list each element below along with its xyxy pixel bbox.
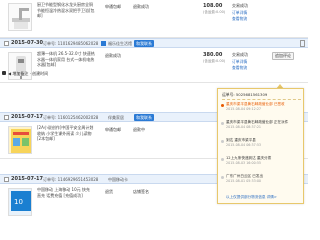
step-text: 重庆市梁平县黄石邮政营业部 已签收	[226, 102, 285, 106]
mobile-topup-image-icon: 10	[11, 191, 31, 211]
logistics-step: 重庆市梁平县黄石邮政营业部 已签收 2015-08-04 09:12:27	[226, 102, 301, 111]
more-logistics-link[interactable]: 以上仅提供部分物流信息 详情>	[226, 195, 277, 200]
tracking-number: 运单号: 5025681561309	[222, 92, 268, 97]
add-review-button[interactable]: 追加评论	[272, 52, 294, 60]
order-id: 订单号: 1146929651453028	[43, 177, 99, 182]
shipping-fee: (含运费:0.00)	[203, 59, 226, 63]
order-item-row-2: 超薄一体机 26.5-32.0寸 快速热水器一体机家用 台式一体机电热水器[包邮…	[0, 49, 308, 83]
trade-status: 交易成功	[232, 52, 248, 57]
delete-order-icon[interactable]	[300, 40, 305, 47]
contact-seller-button[interactable]: 和我联系	[134, 40, 154, 47]
order-id: 订单号: 1101629485062028	[43, 41, 99, 46]
svg-text:10: 10	[14, 198, 23, 206]
divider	[222, 99, 301, 100]
logistics-step: 12上九条快递到达 重庆分拨 2015-08-03 16:00:55	[226, 156, 301, 165]
remark-bar[interactable]: ◀ 增加备注 · 创建时间	[8, 71, 48, 77]
timeline-dot	[221, 176, 224, 179]
order-date: 2015-07-30	[11, 40, 43, 46]
order-date: 2015-07-17	[11, 114, 43, 120]
step-time: 2015-08-01 05:33:00	[226, 178, 262, 183]
timeline-dot	[221, 122, 224, 125]
order-header: 2015-07-30 订单号: 1101629485062028 福乐佳生活馆 …	[0, 38, 308, 48]
step-time: 2015-08-04 08:37:21	[226, 124, 262, 129]
logistics-step: 广东广州白云区 已发出 2015-08-01 05:33:00	[226, 174, 301, 183]
order-item-row-1: 厨卫节能型钢化水龙头厨房全铜节能恒温冷热混水双把手卫浴[包邮] 申通包邮 退款成…	[0, 0, 308, 38]
order-id: 订单号: 1160125462002028	[43, 115, 99, 120]
shipping-fee: (含运费:0.00)	[203, 10, 226, 14]
order-checkbox[interactable]	[4, 41, 9, 46]
view-logistics-link[interactable]: 查看物流	[232, 65, 247, 71]
order-price: 380.00	[203, 52, 223, 58]
step-time: 2015-08-04 09:12:27	[226, 106, 262, 111]
faucet-image-icon	[12, 8, 30, 29]
shop-icon	[101, 41, 106, 46]
step-text: 重庆市梁平县黄石邮政营业部 正在派件	[226, 120, 289, 124]
order-price: 108.00	[203, 3, 223, 9]
product-title-link[interactable]: 超薄一体机 26.5-32.0寸 快速热水器一体机家用 台式一体机电热水器[包邮…	[37, 51, 95, 68]
book-cover-image-icon	[11, 129, 31, 153]
refund-status: 退款成功	[133, 4, 149, 9]
shipping-label: 退货	[105, 189, 113, 194]
product-thumbnail[interactable]	[8, 3, 32, 31]
contact-seller-button[interactable]: 和我联系	[134, 114, 154, 121]
step-text: 广东广州白云区 已发出	[226, 174, 264, 178]
shop-signature: 店铺签名	[133, 189, 149, 194]
step-time: 2015-08-04 06:37:53	[226, 142, 262, 147]
logistics-popup: 运单号: 5025681561309 重庆市梁平县黄石邮政营业部 已签收 201…	[217, 88, 304, 204]
timeline-dot	[221, 104, 224, 107]
product-thumbnail[interactable]	[8, 126, 32, 154]
shipping-label: 申通包邮	[105, 127, 121, 132]
step-text: 到达 重庆市梁平县	[226, 138, 256, 142]
product-title-link[interactable]: 中国移动 上海移动 10元 快充 直充 话费充值 [充值成功]	[37, 187, 95, 198]
flag-icon	[2, 71, 6, 75]
product-thumbnail[interactable]: 10	[8, 188, 32, 216]
logistics-step: 重庆市梁平县黄石邮政营业部 正在派件 2015-08-04 08:37:21	[226, 120, 301, 129]
shop-name-link[interactable]: 中国移动卡	[108, 177, 128, 183]
step-time: 2015-08-03 16:00:55	[226, 160, 262, 165]
timeline-dot	[221, 140, 224, 143]
product-title-link[interactable]: [2A小说创作]中国平安全周计划收纳 小学生课外阅读 少儿读物[2本包邮]	[37, 125, 95, 142]
shop-name-link[interactable]: 伴美家居	[108, 115, 124, 121]
timeline-dot	[221, 158, 224, 161]
product-title-link[interactable]: 厨卫节能型钢化水龙头厨房全铜节能恒温冷热混水双把手卫浴[包邮]	[37, 2, 95, 19]
shop-name-link[interactable]: 福乐佳生活馆	[108, 41, 132, 47]
order-checkbox[interactable]	[4, 177, 9, 182]
order-checkbox[interactable]	[4, 115, 9, 120]
step-text: 12上九条快递到达 重庆分拨	[226, 156, 272, 160]
shipping-label: 申通包邮	[105, 4, 121, 9]
view-logistics-link[interactable]: 查看物流	[232, 16, 247, 22]
logistics-step: 到达 重庆市梁平县 2015-08-04 06:37:53	[226, 138, 301, 147]
order-date: 2015-07-17	[11, 176, 43, 182]
trade-status: 交易成功	[232, 3, 248, 8]
refund-status: 退款成功	[105, 53, 121, 58]
refund-status: 退款中	[133, 127, 145, 132]
